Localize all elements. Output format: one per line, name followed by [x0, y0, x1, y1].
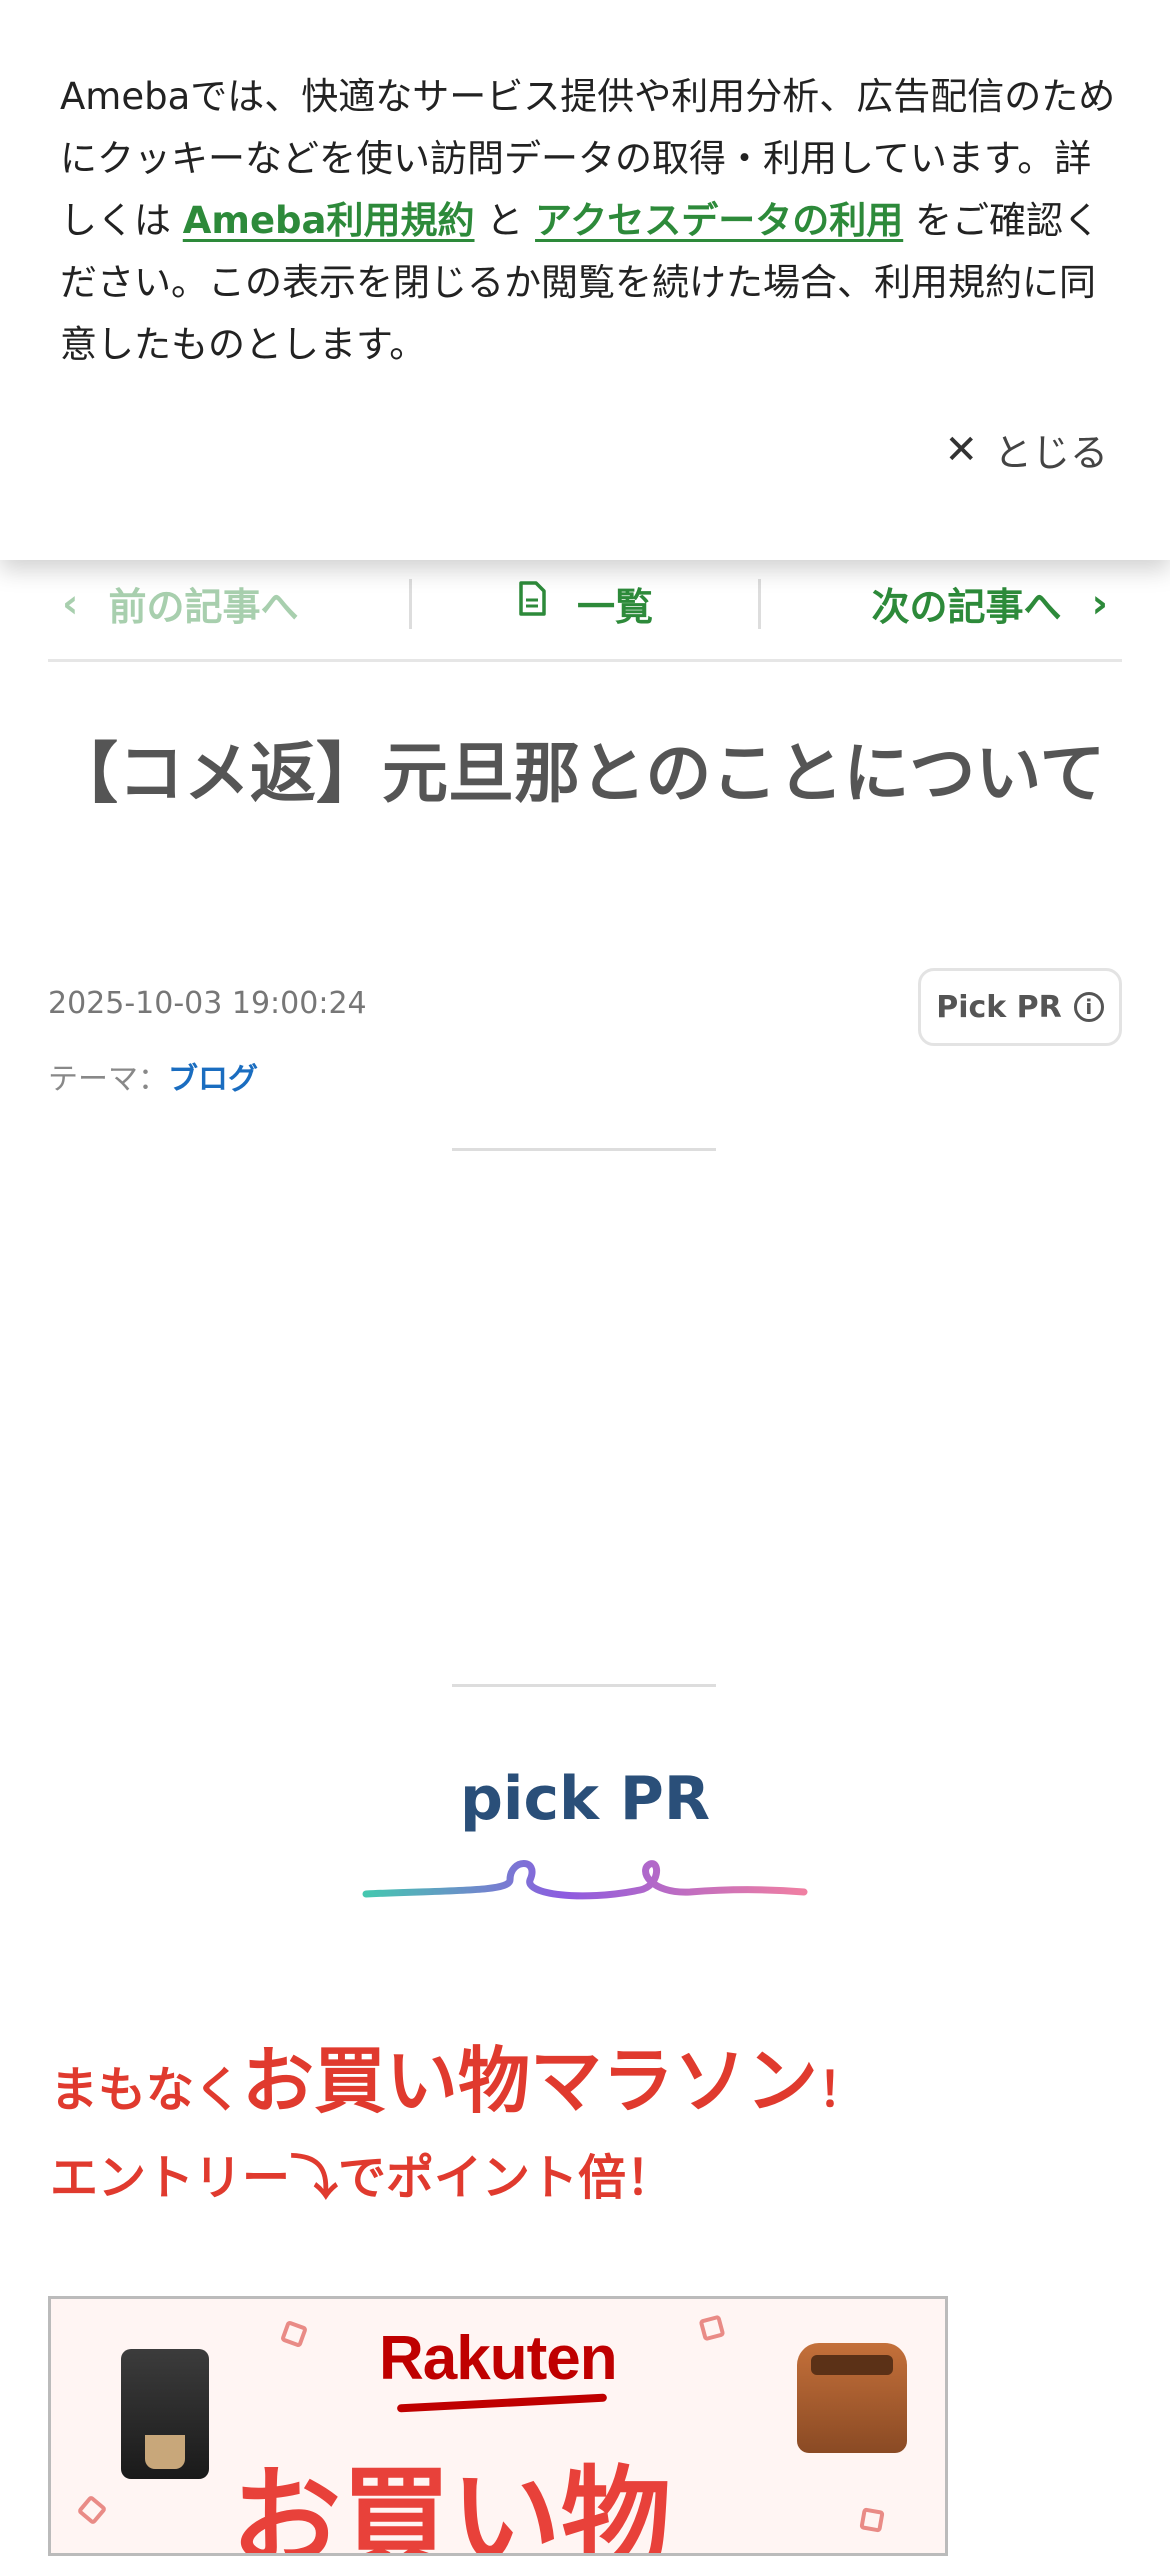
divider [452, 1148, 716, 1151]
confetti-shape [698, 2314, 726, 2342]
article-title: 【コメ返】元旦那とのことについて [52, 735, 1106, 812]
rakuten-ad-banner[interactable]: Rakuten お買い物 [48, 2296, 948, 2556]
cookie-consent-text: Amebaでは、快適なサービス提供や利用分析、広告配信のためにクッキーなどを使い… [60, 66, 1120, 376]
chevron-right-icon: › [1091, 580, 1109, 627]
info-icon: i [1073, 992, 1104, 1022]
decorative-ribbon [362, 1860, 808, 1900]
article-list-label: 一覧 [577, 585, 654, 629]
pick-pr-heading: pick PR [459, 1764, 711, 1834]
article-theme: テーマ：ブログ [48, 1054, 258, 1098]
promo-bang: ！ [818, 2062, 867, 2118]
terms-link[interactable]: Ameba利用規約 [183, 199, 475, 242]
pickpr-button-label: Pick PR [936, 989, 1062, 1025]
rakuten-logo-swoosh [396, 2393, 608, 2413]
theme-label: テーマ： [48, 1062, 168, 1097]
confetti-shape [279, 2319, 309, 2349]
cookie-text-and: と [474, 199, 536, 242]
cookie-close-button[interactable]: ✕ とじる [944, 422, 1108, 477]
banner-headline: お買い物 [231, 2455, 671, 2556]
article-list-link[interactable]: 一覧 [412, 578, 762, 629]
cookie-consent-banner: Amebaでは、快適なサービス提供や利用分析、広告配信のためにクッキーなどを使い… [0, 0, 1170, 560]
document-icon [517, 581, 547, 626]
theme-link[interactable]: ブログ [168, 1062, 258, 1097]
promo-main: お買い物マラソン [242, 2039, 819, 2123]
article-navigation: ‹ 前の記事へ 一覧 次の記事へ › [48, 548, 1122, 662]
pickpr-info-button[interactable]: Pick PR i [918, 968, 1122, 1046]
prev-article-label: 前の記事へ [108, 585, 299, 629]
next-article-link[interactable]: 次の記事へ › [761, 579, 1122, 630]
close-icon: ✕ [944, 426, 978, 473]
toaster-image [797, 2343, 907, 2453]
rakuten-logo: Rakuten [379, 2324, 618, 2393]
next-article-label: 次の記事へ [871, 585, 1062, 629]
confetti-shape [859, 2507, 885, 2533]
chevron-left-icon: ‹ [62, 580, 79, 627]
coffee-machine-image [121, 2349, 209, 2479]
promo-prefix: まもなく [50, 2062, 243, 2118]
prev-article-link[interactable]: ‹ 前の記事へ [48, 578, 412, 629]
promo-subline[interactable]: エントリー⤵でポイント倍！ [50, 2138, 674, 2208]
confetti-shape [76, 2494, 108, 2526]
divider [452, 1684, 716, 1687]
promo-headline[interactable]: まもなくお買い物マラソン！ [50, 2022, 866, 2127]
article-datetime: 2025-10-03 19:00:24 [48, 986, 367, 1021]
access-data-link[interactable]: アクセスデータの利用 [535, 199, 903, 242]
cookie-close-label: とじる [993, 431, 1108, 475]
